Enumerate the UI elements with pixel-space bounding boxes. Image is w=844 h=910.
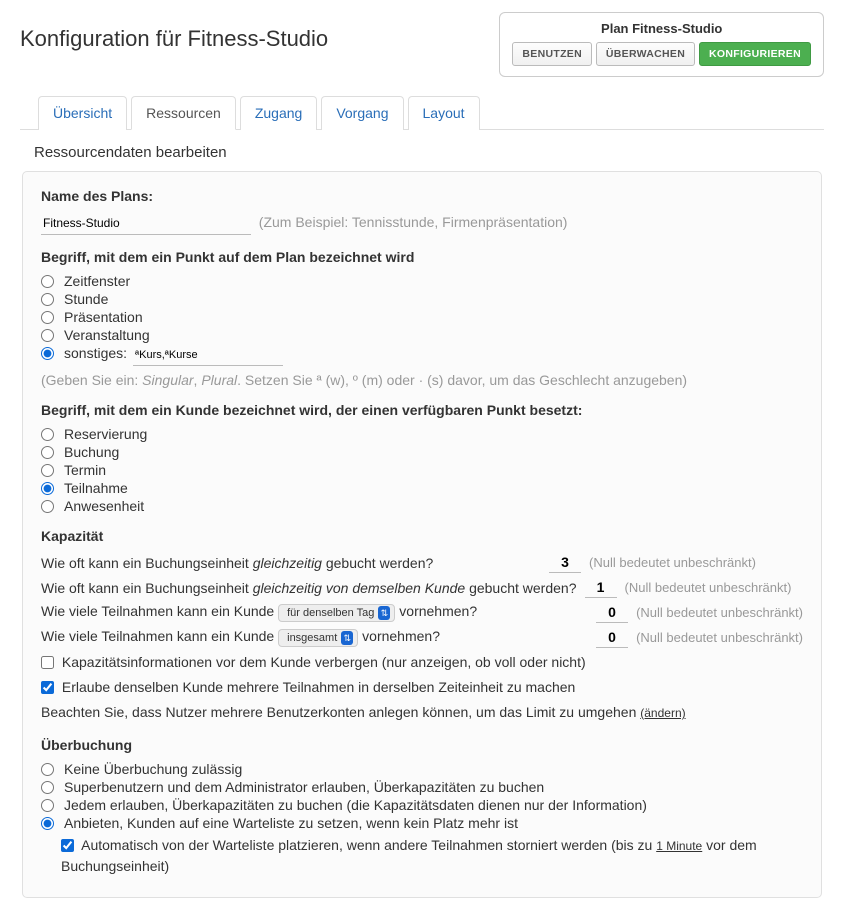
- customer-term-label: Begriff, mit dem ein Kunde bezeichnet wi…: [41, 402, 803, 418]
- radio-label[interactable]: Zeitfenster: [64, 273, 130, 289]
- other-term-input[interactable]: [133, 347, 283, 366]
- radio-label[interactable]: Anwesenheit: [64, 498, 144, 514]
- auto-waitlist-label[interactable]: Automatisch von der Warteliste platziere…: [61, 837, 757, 874]
- change-link[interactable]: (ändern): [640, 706, 685, 720]
- cap-row4-select[interactable]: insgesamt⇅: [278, 629, 358, 647]
- capacity-note: Beachten Sie, dass Nutzer mehrere Benutz…: [41, 702, 803, 723]
- radio-reservierung[interactable]: [41, 428, 54, 441]
- watch-button[interactable]: Überwachen: [596, 42, 695, 66]
- radio-everyone-overbook[interactable]: [41, 799, 54, 812]
- other-term-hint: (Geben Sie ein: Singular, Plural. Setzen…: [41, 372, 687, 388]
- radio-teilnahme[interactable]: [41, 482, 54, 495]
- radio-sonstiges[interactable]: [41, 347, 54, 360]
- radio-label[interactable]: Teilnahme: [64, 480, 128, 496]
- capacity-title: Kapazität: [41, 528, 803, 544]
- tab-layout[interactable]: Layout: [408, 96, 480, 130]
- tab-access[interactable]: Zugang: [240, 96, 317, 130]
- page-title: Konfiguration für Fitness-Studio: [20, 26, 328, 52]
- radio-superuser-overbook[interactable]: [41, 781, 54, 794]
- configure-button[interactable]: Konfigurieren: [699, 42, 811, 66]
- radio-label[interactable]: Anbieten, Kunden auf eine Warteliste zu …: [64, 815, 518, 831]
- radio-label[interactable]: Präsentation: [64, 309, 143, 325]
- radio-label[interactable]: sonstiges:: [64, 345, 127, 361]
- auto-waitlist-checkbox[interactable]: [61, 839, 74, 852]
- cap-hint: (Null bedeutet unbeschränkt): [625, 580, 792, 595]
- tab-resources[interactable]: Ressourcen: [131, 96, 236, 130]
- radio-label[interactable]: Jedem erlauben, Überkapazitäten zu buche…: [64, 797, 647, 813]
- radio-label[interactable]: Buchung: [64, 444, 119, 460]
- cap-hint: (Null bedeutet unbeschränkt): [636, 630, 803, 645]
- plan-name-hint: (Zum Beispiel: Tennisstunde, Firmenpräse…: [259, 214, 568, 230]
- radio-stunde[interactable]: [41, 293, 54, 306]
- radio-anwesenheit[interactable]: [41, 500, 54, 513]
- radio-label[interactable]: Keine Überbuchung zulässig: [64, 761, 242, 777]
- radio-label[interactable]: Reservierung: [64, 426, 147, 442]
- plan-box-title: Plan Fitness-Studio: [512, 21, 811, 36]
- overbook-title: Überbuchung: [41, 737, 803, 753]
- use-button[interactable]: Benutzen: [512, 42, 592, 66]
- radio-label[interactable]: Superbenutzern und dem Administrator erl…: [64, 779, 544, 795]
- radio-buchung[interactable]: [41, 446, 54, 459]
- section-subheading: Ressourcendaten bearbeiten: [34, 144, 824, 161]
- radio-no-overbook[interactable]: [41, 763, 54, 776]
- deadline-link[interactable]: 1 Minute: [656, 839, 702, 853]
- cap-row1-label: Wie oft kann ein Buchungseinheit gleichz…: [41, 555, 541, 571]
- config-panel: Name des Plans: (Zum Beispiel: Tennisstu…: [22, 171, 822, 898]
- cap-row3-label: Wie viele Teilnahmen kann ein Kunde für …: [41, 603, 477, 622]
- tab-overview[interactable]: Übersicht: [38, 96, 127, 130]
- tabs: Übersicht Ressourcen Zugang Vorgang Layo…: [20, 95, 824, 130]
- radio-label[interactable]: Veranstaltung: [64, 327, 150, 343]
- tab-process[interactable]: Vorgang: [321, 96, 403, 130]
- radio-termin[interactable]: [41, 464, 54, 477]
- cap-row2-input[interactable]: [585, 577, 617, 598]
- hide-capacity-label[interactable]: Kapazitätsinformationen vor dem Kunde ve…: [62, 654, 586, 670]
- cap-row3-select[interactable]: für denselben Tag⇅: [278, 604, 395, 622]
- allow-multi-label[interactable]: Erlaube denselben Kunde mehrere Teilnahm…: [62, 679, 575, 695]
- point-term-label: Begriff, mit dem ein Punkt auf dem Plan …: [41, 249, 803, 265]
- chevron-updown-icon: ⇅: [378, 606, 390, 620]
- cap-hint: (Null bedeutet unbeschränkt): [636, 605, 803, 620]
- radio-label[interactable]: Termin: [64, 462, 106, 478]
- cap-row1-input[interactable]: [549, 552, 581, 573]
- radio-waitlist[interactable]: [41, 817, 54, 830]
- radio-praesentation[interactable]: [41, 311, 54, 324]
- allow-multi-checkbox[interactable]: [41, 681, 54, 694]
- plan-name-input[interactable]: [41, 214, 251, 235]
- hide-capacity-checkbox[interactable]: [41, 656, 54, 669]
- chevron-updown-icon: ⇅: [341, 631, 353, 645]
- cap-row4-label: Wie viele Teilnahmen kann ein Kunde insg…: [41, 628, 440, 647]
- cap-row2-label: Wie oft kann ein Buchungseinheit gleichz…: [41, 580, 577, 596]
- radio-label[interactable]: Stunde: [64, 291, 108, 307]
- cap-hint: (Null bedeutet unbeschränkt): [589, 555, 756, 570]
- radio-veranstaltung[interactable]: [41, 329, 54, 342]
- name-label: Name des Plans:: [41, 188, 803, 204]
- plan-box: Plan Fitness-Studio Benutzen Überwachen …: [499, 12, 824, 77]
- radio-zeitfenster[interactable]: [41, 275, 54, 288]
- cap-row4-input[interactable]: [596, 627, 628, 648]
- cap-row3-input[interactable]: [596, 602, 628, 623]
